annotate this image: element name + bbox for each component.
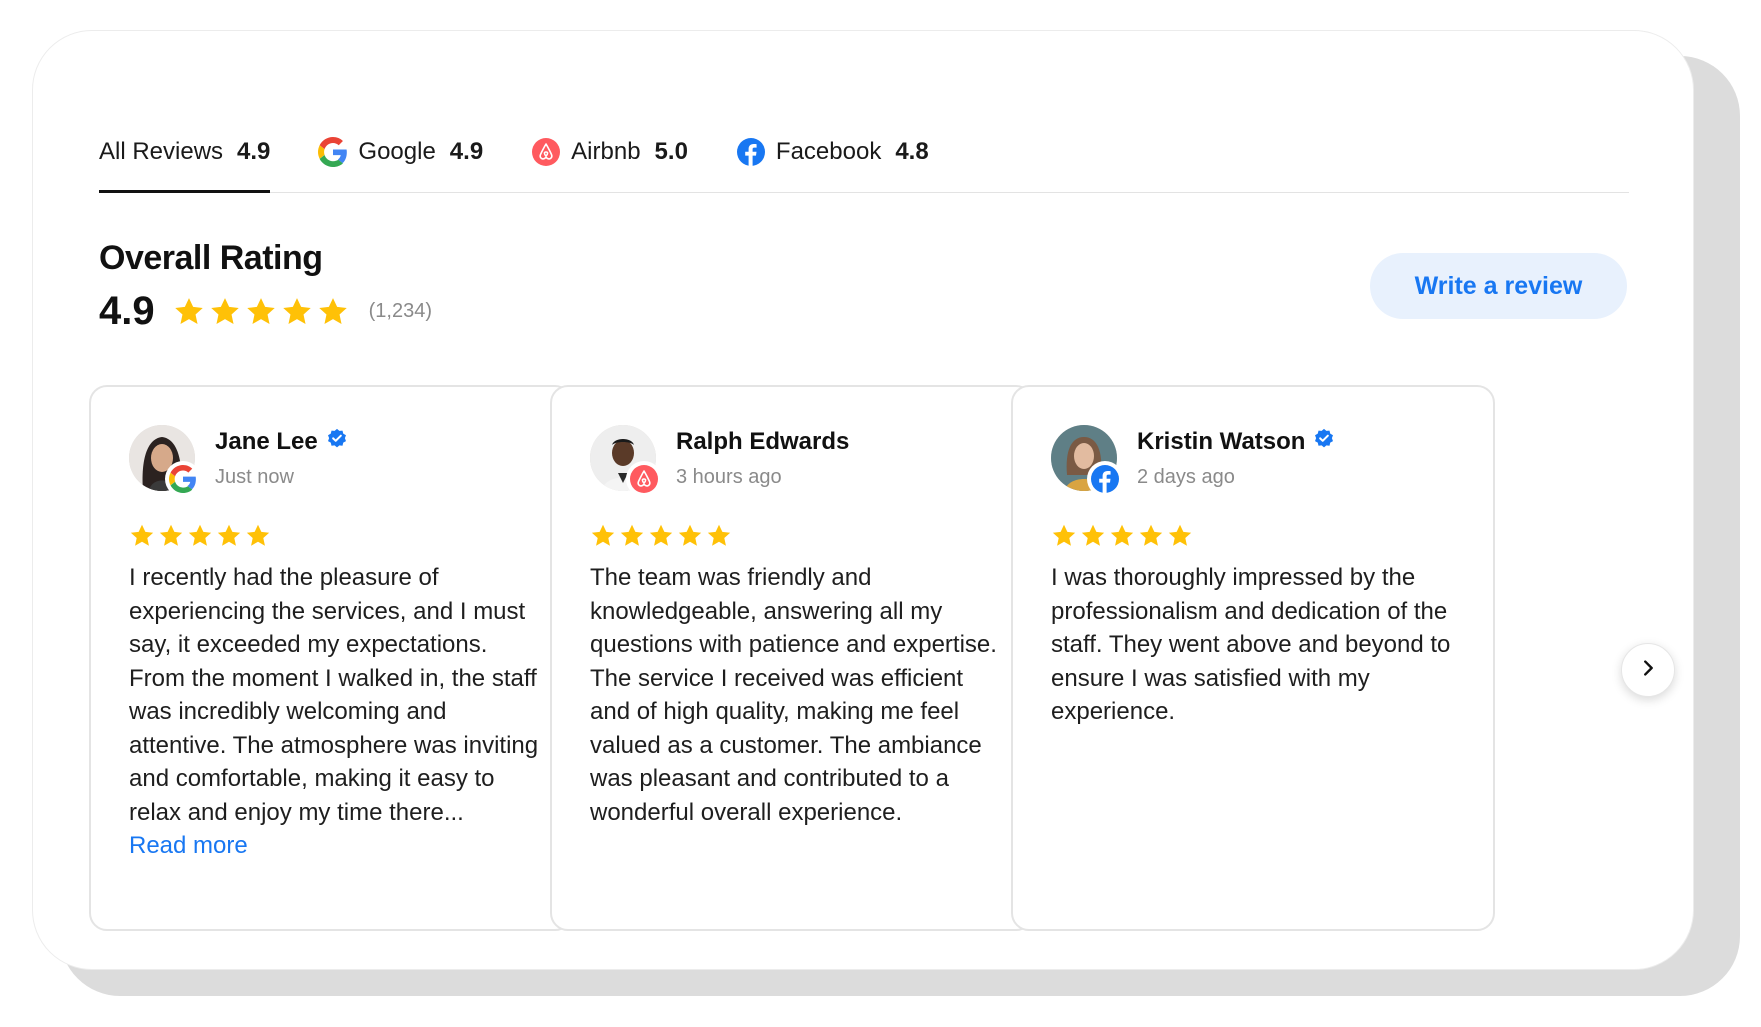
star-icon	[619, 523, 645, 549]
tab-score: 4.9	[449, 137, 484, 165]
star-icon	[317, 296, 349, 328]
next-reviews-button[interactable]	[1621, 643, 1675, 697]
star-icon	[1138, 523, 1164, 549]
chevron-right-icon	[1637, 657, 1659, 684]
star-icon	[173, 296, 205, 328]
review-card: Kristin Watson 2 days ago I was thorough…	[1011, 385, 1495, 931]
review-text: The team was friendly and knowledgeable,…	[590, 564, 997, 826]
facebook-icon	[1087, 461, 1123, 497]
reviewer-name: Ralph Edwards	[676, 427, 850, 455]
avatar	[1051, 425, 1123, 497]
tab-label: All Reviews	[99, 137, 224, 165]
overall-rating-row: 4.9 (1,234)	[99, 289, 432, 334]
reviewer-header: Ralph Edwards 3 hours ago	[590, 425, 849, 497]
review-body: The team was friendly and knowledgeable,…	[590, 561, 1000, 829]
star-icon	[1051, 523, 1077, 549]
review-stars	[1051, 523, 1193, 549]
tab-score: 4.9	[237, 137, 271, 165]
review-text: I recently had the pleasure of experienc…	[129, 564, 539, 826]
star-icon	[706, 523, 732, 549]
reviews-widget: All Reviews 4.9 Google 4.9 Airbnb 5.0 Fa…	[32, 30, 1694, 970]
star-icon	[1109, 523, 1135, 549]
overall-rating-value: 4.9	[99, 289, 155, 333]
star-icon	[216, 523, 242, 549]
tab-score: 4.8	[895, 137, 929, 165]
review-text: I was thoroughly impressed by the profes…	[1051, 564, 1451, 725]
star-icon	[648, 523, 674, 549]
star-icon	[158, 523, 184, 549]
review-time: 3 hours ago	[676, 465, 782, 488]
tab-label: Airbnb	[571, 137, 641, 165]
star-icon	[677, 523, 703, 549]
reviewer-name: Kristin Watson	[1137, 427, 1306, 455]
avatar	[129, 425, 201, 497]
avatar	[590, 425, 662, 497]
review-card: Jane Lee Just now I recently had the ple…	[89, 385, 573, 931]
star-icon	[590, 523, 616, 549]
review-body: I was thoroughly impressed by the profes…	[1051, 561, 1461, 729]
reviewer-header: Kristin Watson 2 days ago	[1051, 425, 1335, 497]
overall-stars	[173, 296, 349, 328]
reviewer-name-line: Jane Lee	[215, 428, 348, 456]
tab-score: 5.0	[654, 137, 688, 165]
star-icon	[245, 296, 277, 328]
reviewer-name: Jane Lee	[215, 427, 318, 455]
review-stars	[129, 523, 271, 549]
review-stars	[590, 523, 732, 549]
tab-facebook[interactable]: Facebook 4.8	[736, 111, 929, 192]
star-icon	[245, 523, 271, 549]
review-count: (1,234)	[368, 300, 432, 322]
review-time: 2 days ago	[1137, 465, 1235, 488]
read-more-link[interactable]: Read more	[129, 829, 539, 863]
overall-rating-title: Overall Rating	[99, 239, 323, 277]
reviewer-header: Jane Lee Just now	[129, 425, 348, 497]
star-icon	[1167, 523, 1193, 549]
star-icon	[187, 523, 213, 549]
star-icon	[1080, 523, 1106, 549]
airbnb-icon	[531, 137, 561, 167]
google-icon	[165, 461, 201, 497]
review-time: Just now	[215, 465, 294, 488]
source-tabs: All Reviews 4.9 Google 4.9 Airbnb 5.0 Fa…	[99, 111, 1629, 193]
review-card: Ralph Edwards 3 hours ago The team was f…	[550, 385, 1034, 931]
reviewer-info: Kristin Watson 2 days ago	[1137, 428, 1335, 489]
reviewer-name-line: Kristin Watson	[1137, 428, 1335, 456]
tab-all-reviews[interactable]: All Reviews 4.9	[99, 111, 271, 193]
tab-label: Facebook	[775, 137, 882, 165]
verified-badge-icon	[326, 428, 348, 455]
facebook-icon	[736, 137, 766, 167]
verified-badge-icon	[1313, 428, 1335, 455]
tab-label: Google	[358, 137, 436, 165]
reviewer-info: Ralph Edwards 3 hours ago	[676, 428, 849, 489]
reviewer-info: Jane Lee Just now	[215, 428, 348, 489]
tab-airbnb[interactable]: Airbnb 5.0	[531, 111, 688, 192]
star-icon	[281, 296, 313, 328]
write-review-button[interactable]: Write a review	[1370, 253, 1627, 319]
google-icon	[318, 136, 348, 167]
airbnb-icon	[626, 461, 662, 497]
reviewer-name-line: Ralph Edwards	[676, 428, 849, 456]
tab-google[interactable]: Google 4.9	[318, 111, 483, 192]
star-icon	[209, 296, 241, 328]
star-icon	[129, 523, 155, 549]
review-body: I recently had the pleasure of experienc…	[129, 561, 539, 863]
